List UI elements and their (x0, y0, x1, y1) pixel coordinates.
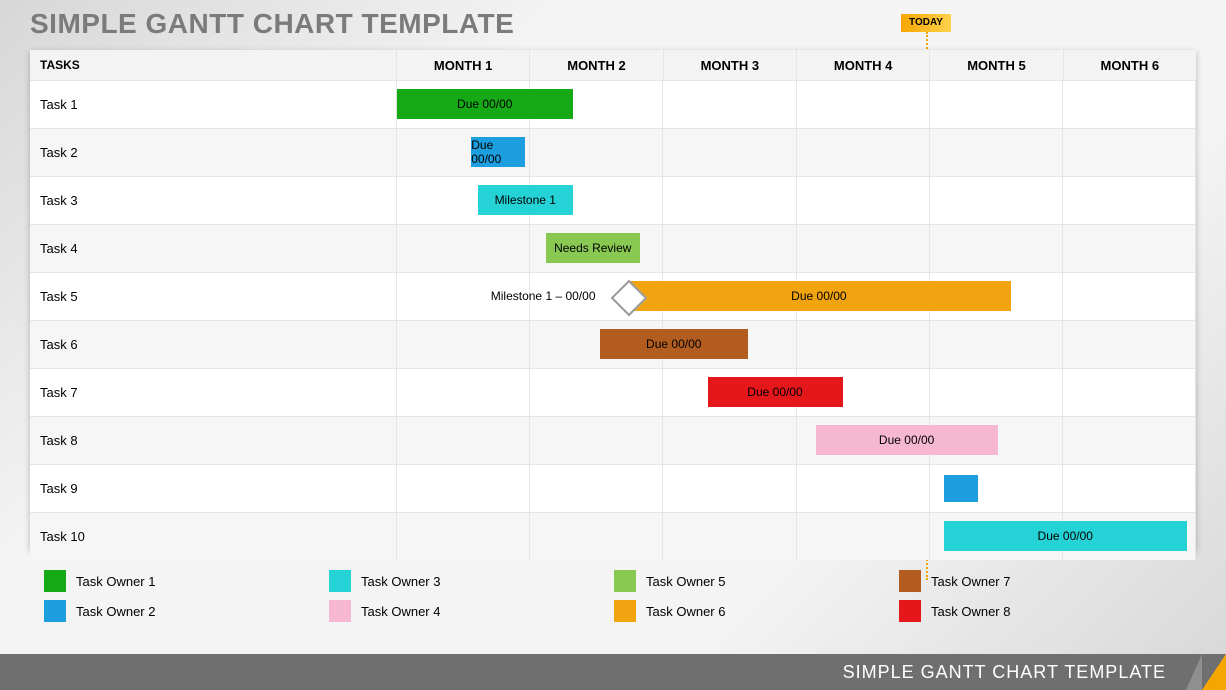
legend-item: Task Owner 7 (899, 570, 1184, 592)
legend-label: Task Owner 8 (931, 604, 1010, 619)
task-timeline: Due 00/00 (397, 369, 1196, 416)
task-name: Task 7 (30, 369, 397, 416)
legend-label: Task Owner 3 (361, 574, 440, 589)
gantt-bar: Due 00/00 (816, 425, 998, 455)
legend-item: Task Owner 2 (44, 600, 329, 622)
bar-layer: Due 00/00 (397, 369, 1196, 416)
legend-swatch (899, 570, 921, 592)
month-col-3: MONTH 3 (664, 50, 797, 80)
legend-item: Task Owner 3 (329, 570, 614, 592)
task-row: Task 10 Due 00/00 (30, 512, 1196, 560)
milestone-label: Milestone 1 – 00/00 (491, 289, 596, 303)
legend-item: Task Owner 8 (899, 600, 1184, 622)
legend-item: Task Owner 6 (614, 600, 899, 622)
task-timeline: Due 00/00 Milestone 1 – 00/00 (397, 273, 1196, 320)
task-row: Task 5 Due 00/00 Milestone 1 – 00/00 (30, 272, 1196, 320)
legend-swatch (329, 570, 351, 592)
task-name: Task 5 (30, 273, 397, 320)
gantt-grid: TASKS MONTH 1MONTH 2MONTH 3MONTH 4MONTH … (30, 50, 1196, 550)
legend-item: Task Owner 5 (614, 570, 899, 592)
footer-accent-orange (1202, 654, 1226, 690)
gantt-bar: Milestone 1 (478, 185, 573, 215)
month-col-4: MONTH 4 (797, 50, 930, 80)
task-row: Task 4 Needs Review (30, 224, 1196, 272)
task-name: Task 9 (30, 465, 397, 512)
gantt-bar: Needs Review (546, 233, 641, 263)
task-name: Task 8 (30, 417, 397, 464)
legend-label: Task Owner 2 (76, 604, 155, 619)
task-name: Task 1 (30, 81, 397, 128)
footer-title: SIMPLE GANTT CHART TEMPLATE (843, 662, 1166, 683)
gantt-bar: Due 00/00 (944, 521, 1187, 551)
gantt-bar: Due 00/00 (600, 329, 749, 359)
month-col-2: MONTH 2 (530, 50, 663, 80)
bar-layer: Due 00/00 (397, 513, 1196, 560)
bar-layer: Due 00/00 Milestone 1 – 00/00 (397, 273, 1196, 320)
task-timeline: Due 00/00 (397, 417, 1196, 464)
legend-label: Task Owner 7 (931, 574, 1010, 589)
bar-layer: Due 00/00 (397, 81, 1196, 128)
task-row: Task 3 Milestone 1 (30, 176, 1196, 224)
footer-bar: SIMPLE GANTT CHART TEMPLATE (0, 654, 1226, 690)
month-col-6: MONTH 6 (1064, 50, 1196, 80)
bar-layer: Due 00/00 (397, 129, 1196, 176)
legend-item: Task Owner 1 (44, 570, 329, 592)
task-timeline: Due 00/00 (397, 513, 1196, 560)
bar-layer: Milestone 1 (397, 177, 1196, 224)
legend-col: Task Owner 3 Task Owner 4 (329, 564, 614, 622)
bar-layer: Due 00/00 (397, 417, 1196, 464)
task-row: Task 8 Due 00/00 (30, 416, 1196, 464)
header-row: TASKS MONTH 1MONTH 2MONTH 3MONTH 4MONTH … (30, 50, 1196, 80)
legend-label: Task Owner 4 (361, 604, 440, 619)
legend-col: Task Owner 5 Task Owner 6 (614, 564, 899, 622)
legend-swatch (329, 600, 351, 622)
task-timeline: Due 00/00 (397, 321, 1196, 368)
footer-accent-grey (1186, 654, 1202, 690)
task-row: Task 7 Due 00/00 (30, 368, 1196, 416)
month-col-5: MONTH 5 (930, 50, 1063, 80)
gantt-bar (944, 475, 978, 502)
legend-col: Task Owner 7 Task Owner 8 (899, 564, 1184, 622)
page-title: SIMPLE GANTT CHART TEMPLATE (30, 8, 514, 40)
slide: SIMPLE GANTT CHART TEMPLATE TODAY TASKS … (0, 0, 1226, 690)
task-row: Task 9 (30, 464, 1196, 512)
task-row: Task 2 Due 00/00 (30, 128, 1196, 176)
legend-label: Task Owner 6 (646, 604, 725, 619)
gantt-bar: Due 00/00 (471, 137, 525, 167)
bar-layer (397, 465, 1196, 512)
task-timeline: Due 00/00 (397, 129, 1196, 176)
task-row: Task 6 Due 00/00 (30, 320, 1196, 368)
task-name: Task 6 (30, 321, 397, 368)
legend-swatch (44, 600, 66, 622)
month-col-1: MONTH 1 (397, 50, 530, 80)
task-row: Task 1 Due 00/00 (30, 80, 1196, 128)
legend-col: Task Owner 1 Task Owner 2 (44, 564, 329, 622)
task-name: Task 2 (30, 129, 397, 176)
task-name: Task 3 (30, 177, 397, 224)
legend-label: Task Owner 5 (646, 574, 725, 589)
today-badge: TODAY (901, 14, 951, 32)
bar-layer: Needs Review (397, 225, 1196, 272)
legend-swatch (899, 600, 921, 622)
legend-swatch (614, 600, 636, 622)
gantt-bar: Due 00/00 (397, 89, 573, 119)
task-timeline: Due 00/00 (397, 81, 1196, 128)
legend-swatch (614, 570, 636, 592)
task-timeline: Milestone 1 (397, 177, 1196, 224)
legend-label: Task Owner 1 (76, 574, 155, 589)
bar-layer: Due 00/00 (397, 321, 1196, 368)
task-timeline: Needs Review (397, 225, 1196, 272)
legend: Task Owner 1 Task Owner 2 Task Owner 3 T… (44, 564, 1184, 622)
legend-swatch (44, 570, 66, 592)
task-timeline (397, 465, 1196, 512)
task-name: Task 4 (30, 225, 397, 272)
gantt-bar: Due 00/00 (708, 377, 843, 407)
legend-item: Task Owner 4 (329, 600, 614, 622)
gantt-bar: Due 00/00 (627, 281, 1012, 311)
tasks-header: TASKS (30, 50, 397, 80)
task-name: Task 10 (30, 513, 397, 560)
